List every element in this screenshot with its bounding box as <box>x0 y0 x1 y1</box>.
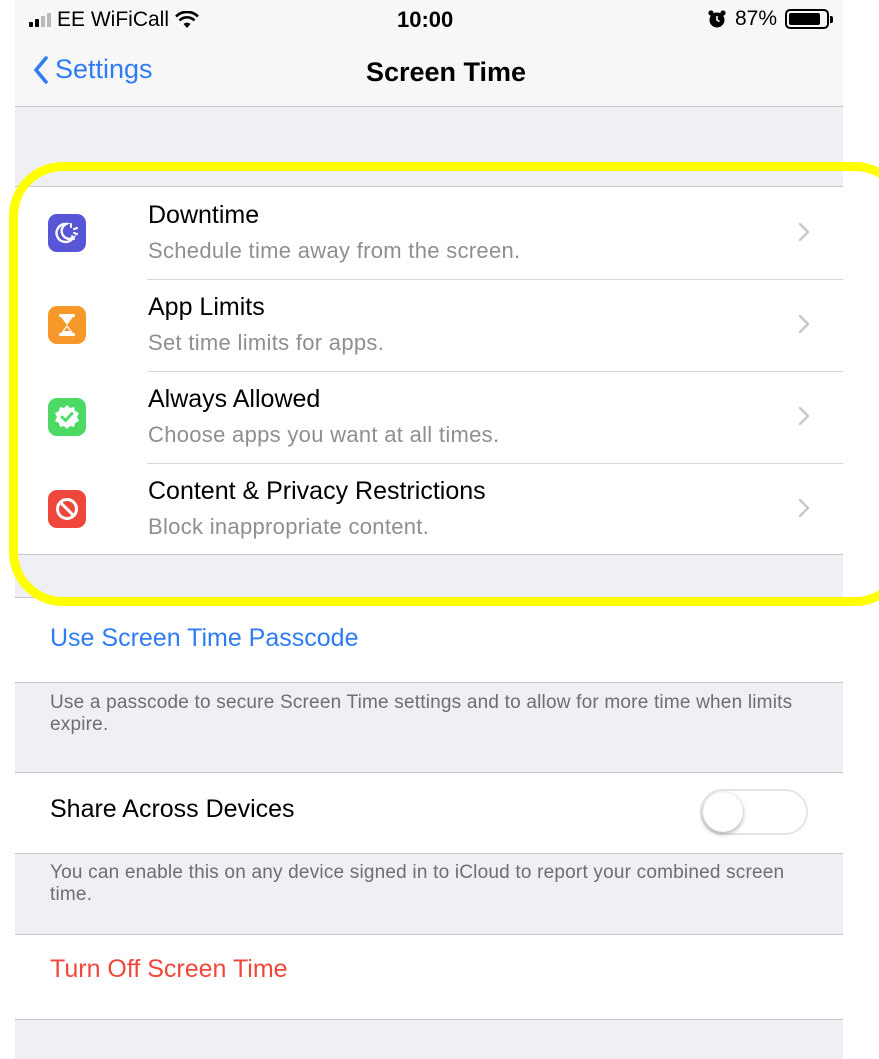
share-devices-footer: You can enable this on any device signed… <box>50 862 785 905</box>
battery-fill <box>789 13 820 25</box>
turn-off-cell[interactable]: Turn Off Screen Time <box>15 934 843 1020</box>
menu-item-title: App Limits <box>148 293 265 321</box>
menu-item-subtitle: Choose apps you want at all times. <box>148 422 500 447</box>
screen-time-settings-screen: EE WiFiCall 10:00 87% Settings Screen Ti… <box>15 0 843 1059</box>
status-left: EE WiFiCall <box>29 8 199 32</box>
clock: 10:00 <box>397 7 454 32</box>
wifi-icon <box>175 11 199 28</box>
menu-item-title: Content & Privacy Restrictions <box>148 477 486 505</box>
menu-item-subtitle: Schedule time away from the screen. <box>148 238 521 263</box>
battery-percent: 87% <box>734 7 777 30</box>
share-devices-cell: Share Across Devices <box>15 772 843 854</box>
menu-item-app-limits[interactable]: App Limits Set time limits for apps. <box>15 279 843 371</box>
battery-icon <box>785 9 833 29</box>
signal-icon <box>29 13 51 27</box>
passcode-cell[interactable]: Use Screen Time Passcode <box>15 597 843 683</box>
status-right: 87% <box>707 7 833 31</box>
menu-item-content-privacy[interactable]: Content & Privacy Restrictions Block ina… <box>15 463 843 555</box>
toggle-knob <box>703 792 743 832</box>
use-passcode-button[interactable]: Use Screen Time Passcode <box>50 624 358 653</box>
navigation-bar: Settings Screen Time <box>15 40 843 107</box>
restriction-icon <box>48 490 86 528</box>
chevron-right-icon <box>798 498 810 518</box>
alarm-icon <box>708 10 726 28</box>
menu-item-title: Always Allowed <box>148 385 321 413</box>
menu-item-always-allowed[interactable]: Always Allowed Choose apps you want at a… <box>15 371 843 463</box>
chevron-right-icon <box>798 406 810 426</box>
page-title: Screen Time <box>365 57 527 87</box>
screen-time-menu: Downtime Schedule time away from the scr… <box>15 186 843 555</box>
turn-off-screen-time-button[interactable]: Turn Off Screen Time <box>50 955 288 984</box>
share-devices-toggle[interactable] <box>700 789 808 835</box>
menu-item-title: Downtime <box>148 201 260 229</box>
downtime-icon <box>48 214 86 252</box>
menu-item-subtitle: Set time limits for apps. <box>148 330 385 355</box>
hourglass-icon <box>48 306 86 344</box>
status-bar: EE WiFiCall 10:00 87% <box>15 0 843 40</box>
share-devices-label: Share Across Devices <box>50 795 295 823</box>
passcode-footer: Use a passcode to secure Screen Time set… <box>50 692 793 735</box>
chevron-right-icon <box>798 222 810 242</box>
checkmark-badge-icon <box>48 398 86 436</box>
chevron-right-icon <box>798 314 810 334</box>
menu-item-downtime[interactable]: Downtime Schedule time away from the scr… <box>15 187 843 279</box>
carrier-label: EE WiFiCall <box>57 8 170 31</box>
menu-item-subtitle: Block inappropriate content. <box>148 514 430 539</box>
